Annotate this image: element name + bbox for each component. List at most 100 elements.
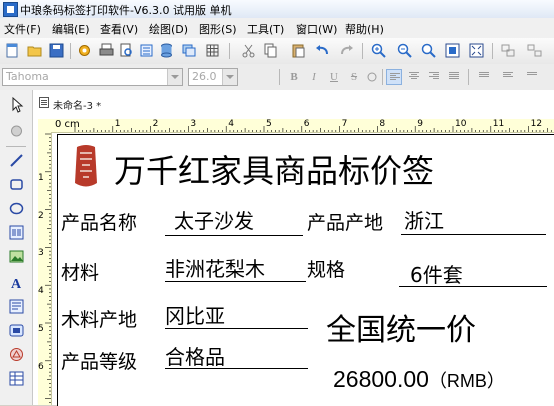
- print-preview-icon[interactable]: [118, 42, 135, 59]
- product-origin-label[interactable]: 产品产地: [307, 208, 383, 235]
- line-spacing-icon[interactable]: [476, 69, 492, 85]
- strikethrough-button[interactable]: S: [346, 69, 362, 85]
- menu-edit[interactable]: 编辑(E): [52, 21, 90, 37]
- ellipse-tool-icon[interactable]: [8, 200, 25, 217]
- align-center-icon[interactable]: [406, 69, 422, 85]
- horizontal-ruler: 0 cm 1 2 3 4 5 6 7 8 9 10 11 12: [51, 119, 554, 133]
- bold-button[interactable]: B: [286, 69, 302, 85]
- database-icon[interactable]: [158, 42, 175, 59]
- pan-hand-icon[interactable]: [8, 122, 25, 139]
- title-bar: 中琅条码标签打印软件-V6.3.0 试用版 单机: [0, 0, 554, 19]
- product-origin-value[interactable]: 浙江: [404, 205, 444, 234]
- underline-button[interactable]: U: [326, 69, 342, 85]
- format-toolbar: Tahoma 26.0 B I U S: [0, 64, 554, 91]
- material-underline: [165, 281, 306, 282]
- undo-icon[interactable]: [314, 42, 331, 59]
- document-icon: [39, 97, 49, 108]
- ruler-number: 5: [266, 119, 272, 129]
- red-seal-logo[interactable]: [71, 143, 101, 191]
- grid-icon[interactable]: [204, 42, 221, 59]
- barcode-tool-icon[interactable]: [8, 224, 25, 241]
- italic-button[interactable]: I: [306, 69, 322, 85]
- table-tool-icon[interactable]: [8, 370, 25, 387]
- data-source-icon[interactable]: [138, 42, 155, 59]
- zoom-out-icon[interactable]: [396, 42, 413, 59]
- ruler-number: 3: [38, 248, 44, 259]
- new-file-icon[interactable]: [4, 42, 21, 59]
- ungroup-icon[interactable]: [526, 42, 543, 59]
- wood-origin-label[interactable]: 木料产地: [61, 305, 137, 332]
- ruler-number: 4: [228, 119, 234, 129]
- chevron-down-icon[interactable]: [222, 69, 237, 85]
- main-toolbar: [0, 38, 554, 65]
- group-icon[interactable]: [500, 42, 517, 59]
- layers-icon[interactable]: [180, 42, 197, 59]
- grade-value[interactable]: 合格品: [165, 341, 225, 370]
- zoom-fit-icon[interactable]: [420, 42, 437, 59]
- toolbar-divider: [70, 43, 71, 59]
- toolbar-divider: [492, 43, 493, 59]
- document-tab[interactable]: 未命名-3 *: [33, 95, 123, 112]
- toolbar-divider: [362, 43, 363, 59]
- menu-draw[interactable]: 绘图(D): [149, 21, 188, 37]
- shape-tool-icon[interactable]: [8, 346, 25, 363]
- print-icon[interactable]: [98, 42, 115, 59]
- paste-icon[interactable]: [290, 42, 307, 59]
- font-family-value: Tahoma: [6, 70, 49, 83]
- vertical-text-icon[interactable]: [524, 69, 540, 85]
- product-name-label[interactable]: 产品名称: [61, 208, 137, 235]
- menu-view[interactable]: 查看(V): [100, 21, 138, 37]
- text-effect-icon[interactable]: [364, 69, 380, 85]
- toolbar-divider: [229, 43, 230, 59]
- pointer-arrow-icon[interactable]: [8, 96, 25, 113]
- app-icon: [3, 2, 18, 17]
- save-icon[interactable]: [48, 42, 65, 59]
- copy-icon[interactable]: [262, 42, 279, 59]
- spec-value[interactable]: 6件套: [410, 259, 463, 288]
- text-tool-icon[interactable]: A: [8, 274, 25, 291]
- document-area: 未命名-3 * 0 cm 1 2 3 4 5 6 7 8 9 10 11 12 123456 万千红家…: [33, 90, 554, 406]
- align-left-icon[interactable]: [386, 69, 402, 85]
- cut-icon[interactable]: [240, 42, 257, 59]
- document-tab-label: 未命名-3 *: [53, 101, 102, 112]
- chevron-down-icon[interactable]: [167, 69, 182, 85]
- font-family-select[interactable]: Tahoma: [2, 68, 183, 86]
- ruler-number: 2: [152, 119, 159, 129]
- menu-shape[interactable]: 图形(S): [199, 21, 237, 37]
- menu-tools[interactable]: 工具(T): [247, 21, 284, 37]
- price-currency: （RMB）: [428, 371, 505, 391]
- uniform-price-slogan[interactable]: 全国统一价: [326, 305, 476, 349]
- menu-help[interactable]: 帮助(H): [345, 21, 384, 37]
- horizontal-ruler-ticks: [74, 126, 552, 132]
- label-canvas[interactable]: 万千红家具商品标价签 产品名称 太子沙发 产品产地 浙江 材料 非洲花梨木 规格…: [57, 134, 554, 406]
- ruler-number: 5: [38, 324, 44, 334]
- align-justify-icon[interactable]: [446, 69, 462, 85]
- actual-size-icon[interactable]: [468, 42, 485, 59]
- image-tool-icon[interactable]: [8, 248, 25, 265]
- label-title[interactable]: 万千红家具商品标价签: [114, 146, 434, 192]
- grade-label[interactable]: 产品等级: [61, 347, 137, 374]
- rectangle-tool-icon[interactable]: [8, 176, 25, 193]
- char-spacing-icon[interactable]: [500, 69, 516, 85]
- material-label[interactable]: 材料: [61, 258, 99, 285]
- align-right-icon[interactable]: [426, 69, 442, 85]
- open-folder-icon[interactable]: [26, 42, 43, 59]
- spec-label[interactable]: 规格: [307, 255, 345, 282]
- font-size-select[interactable]: 26.0: [188, 68, 238, 86]
- menu-window[interactable]: 窗口(W): [296, 21, 337, 37]
- price-text[interactable]: 26800.00（RMB）: [333, 366, 505, 393]
- menu-file[interactable]: 文件(F): [4, 21, 41, 37]
- product-name-value[interactable]: 太子沙发: [174, 205, 254, 234]
- richtext-tool-icon[interactable]: [8, 298, 25, 315]
- wood-origin-value[interactable]: 冈比亚: [165, 300, 225, 329]
- zoom-in-icon[interactable]: [370, 42, 387, 59]
- material-value[interactable]: 非洲花梨木: [165, 253, 265, 282]
- ruler-number: 11: [492, 119, 505, 129]
- product-name-underline: [165, 235, 303, 236]
- zoom-page-icon[interactable]: [444, 42, 461, 59]
- line-tool-icon[interactable]: [8, 152, 25, 169]
- redo-icon[interactable]: [338, 42, 355, 59]
- settings-gear-icon[interactable]: [76, 42, 93, 59]
- toolbar-divider: [382, 69, 383, 85]
- qrcode-tool-icon[interactable]: [8, 322, 25, 339]
